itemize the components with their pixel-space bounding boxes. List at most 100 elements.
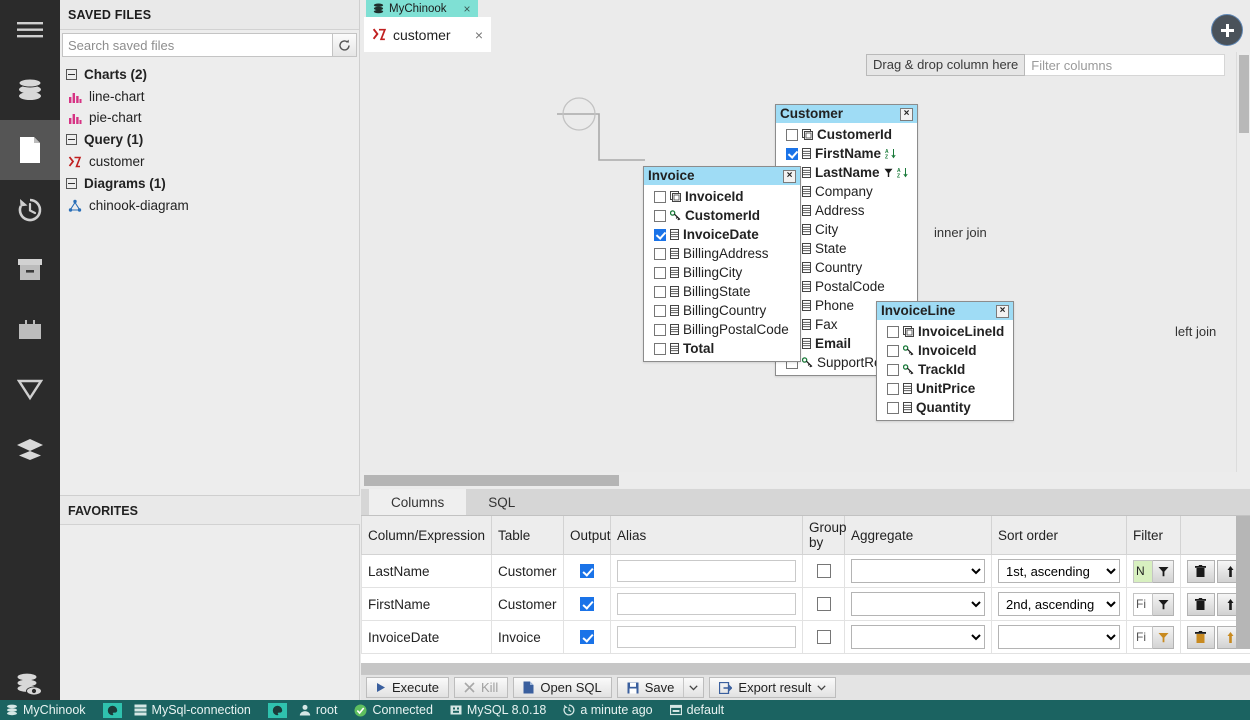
cell-column-expression[interactable]: LastName xyxy=(361,554,492,588)
field-checkbox[interactable] xyxy=(887,382,899,395)
save-button[interactable]: Save xyxy=(618,678,684,697)
open-sql-button[interactable]: Open SQL xyxy=(513,677,612,698)
tab-sql[interactable]: SQL xyxy=(466,489,538,515)
close-icon[interactable]: × xyxy=(475,27,483,43)
status-database[interactable]: MyChinook xyxy=(6,703,86,717)
filter-value[interactable]: N xyxy=(1133,559,1154,583)
kill-button[interactable]: Kill xyxy=(453,677,509,698)
canvas-horizontal-scrollbar[interactable] xyxy=(361,472,1250,488)
export-result-button[interactable]: Export result xyxy=(709,677,837,698)
scrollbar-thumb[interactable] xyxy=(364,475,619,486)
tree-group-diagrams[interactable]: Diagrams (1) xyxy=(60,172,359,195)
tree-item-customer-query[interactable]: customer xyxy=(60,151,359,172)
filter-button[interactable] xyxy=(1153,559,1174,583)
aggregate-select[interactable] xyxy=(851,592,985,616)
status-schema[interactable]: default xyxy=(669,703,724,717)
status-connection[interactable]: MySql-connection xyxy=(134,703,251,717)
field-checkbox[interactable] xyxy=(887,401,899,414)
tab-database-mychinook[interactable]: MyChinook × xyxy=(366,0,478,17)
execute-button[interactable]: Execute xyxy=(366,677,449,698)
alias-input[interactable] xyxy=(617,626,796,648)
tree-item-pie-chart[interactable]: pie-chart xyxy=(60,107,359,128)
rail-item-files[interactable] xyxy=(0,120,60,180)
table-field[interactable]: InvoiceLineId xyxy=(877,322,1013,341)
aggregate-select[interactable] xyxy=(851,625,985,649)
sort-order-select[interactable] xyxy=(998,625,1120,649)
table-field[interactable]: FirstName AZ xyxy=(776,144,917,163)
table-field[interactable]: CustomerId xyxy=(776,125,917,144)
sort-ascending-icon[interactable]: AZ xyxy=(897,167,908,178)
rail-item-menu[interactable] xyxy=(0,0,60,60)
filter-button[interactable] xyxy=(1153,592,1174,616)
group-by-checkbox[interactable] xyxy=(816,564,831,578)
grid-vertical-scrollbar[interactable] xyxy=(1236,516,1250,649)
sort-order-select[interactable]: 2nd, ascending xyxy=(998,592,1120,616)
rail-item-filter[interactable] xyxy=(0,360,60,420)
rail-item-database[interactable] xyxy=(0,60,60,120)
header-sort-order[interactable]: Sort order xyxy=(991,516,1127,555)
field-checkbox[interactable] xyxy=(654,342,666,355)
field-checkbox[interactable] xyxy=(654,247,666,260)
status-last-run[interactable]: a minute ago xyxy=(563,703,653,717)
cell-table[interactable]: Customer xyxy=(491,587,564,621)
status-connection-state[interactable]: Connected xyxy=(354,703,433,717)
scrollbar-thumb[interactable] xyxy=(1239,55,1249,133)
query-diagram-canvas[interactable]: inner join left join Customer × Customer… xyxy=(361,52,1250,472)
field-checkbox[interactable] xyxy=(654,285,666,298)
table-field[interactable]: Quantity xyxy=(877,398,1013,417)
tab-document-customer[interactable]: customer × xyxy=(364,17,491,52)
table-field[interactable]: BillingAddress xyxy=(644,244,800,263)
sort-ascending-icon[interactable]: AZ xyxy=(885,148,896,159)
alias-input[interactable] xyxy=(617,593,796,615)
output-checkbox[interactable] xyxy=(580,564,594,578)
filter-value[interactable]: Fi xyxy=(1133,625,1154,649)
group-by-checkbox[interactable] xyxy=(816,597,831,611)
cell-table[interactable]: Invoice xyxy=(491,620,564,654)
connection-color-chip[interactable] xyxy=(267,702,287,718)
save-dropdown-button[interactable] xyxy=(683,678,703,697)
field-checkbox[interactable] xyxy=(654,190,666,203)
table-box-invoice[interactable]: Invoice × InvoiceId CustomerId InvoiceDa… xyxy=(643,166,801,362)
tree-group-charts[interactable]: Charts (2) xyxy=(60,63,359,86)
delete-row-button[interactable] xyxy=(1187,559,1215,583)
table-field[interactable]: BillingPostalCode xyxy=(644,320,800,339)
header-output[interactable]: Output xyxy=(563,516,611,555)
delete-row-button[interactable] xyxy=(1187,625,1215,649)
close-icon[interactable]: × xyxy=(464,2,471,16)
table-field[interactable]: InvoiceId xyxy=(877,341,1013,360)
table-row[interactable]: InvoiceDate Invoice Fi xyxy=(361,620,1250,654)
close-icon[interactable]: × xyxy=(783,169,796,183)
header-alias[interactable]: Alias xyxy=(610,516,803,555)
alias-input[interactable] xyxy=(617,560,796,582)
table-field[interactable]: CustomerId xyxy=(644,206,800,225)
field-checkbox[interactable] xyxy=(786,128,798,141)
field-checkbox[interactable] xyxy=(654,304,666,317)
table-row[interactable]: FirstName Customer 2nd, ascending Fi xyxy=(361,587,1250,621)
table-field[interactable]: BillingCity xyxy=(644,263,800,282)
header-aggregate[interactable]: Aggregate xyxy=(844,516,992,555)
filter-button[interactable] xyxy=(1153,625,1174,649)
output-checkbox[interactable] xyxy=(580,630,594,644)
aggregate-select[interactable] xyxy=(851,559,985,583)
table-field[interactable]: Total xyxy=(644,339,800,358)
field-checkbox[interactable] xyxy=(654,323,666,336)
status-user[interactable]: root xyxy=(299,703,337,717)
table-row[interactable]: LastName Customer 1st, ascending N xyxy=(361,554,1250,588)
header-column-expression[interactable]: Column/Expression xyxy=(361,516,492,555)
field-checkbox[interactable] xyxy=(887,363,899,376)
sort-order-select[interactable]: 1st, ascending xyxy=(998,559,1120,583)
table-box-title[interactable]: Customer × xyxy=(776,105,917,123)
field-checkbox[interactable] xyxy=(654,266,666,279)
rail-item-archive[interactable] xyxy=(0,240,60,300)
header-filter[interactable]: Filter xyxy=(1126,516,1181,555)
collapse-toggle-icon[interactable] xyxy=(66,178,77,189)
table-field[interactable]: UnitPrice xyxy=(877,379,1013,398)
cell-table[interactable]: Customer xyxy=(491,554,564,588)
tab-columns[interactable]: Columns xyxy=(369,489,467,515)
collapse-toggle-icon[interactable] xyxy=(66,134,77,145)
tree-item-line-chart[interactable]: line-chart xyxy=(60,86,359,107)
search-input[interactable] xyxy=(62,33,333,57)
rail-item-backup[interactable] xyxy=(0,300,60,360)
collapse-toggle-icon[interactable] xyxy=(66,69,77,80)
table-box-invoiceline[interactable]: InvoiceLine × InvoiceLineId InvoiceId Tr… xyxy=(876,301,1014,421)
